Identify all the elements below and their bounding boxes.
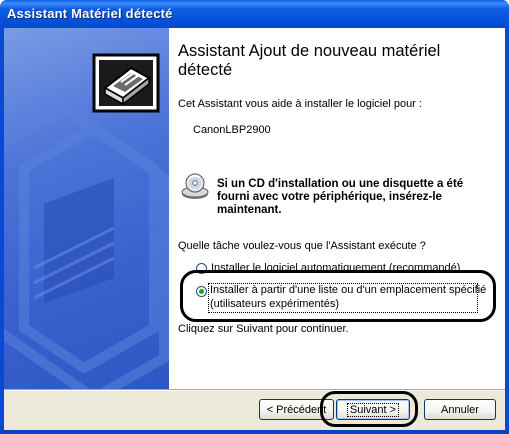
wizard-heading: Assistant Ajout de nouveau matériel déte… [178, 42, 441, 79]
back-button-label: < Précédent [266, 403, 327, 416]
next-highlight-annotation [320, 391, 418, 427]
cancel-button-label: Annuler [441, 403, 479, 416]
cancel-button[interactable]: Annuler [424, 399, 496, 420]
continue-hint: Cliquez sur Suivant pour continuer. [178, 323, 349, 335]
option-auto-label[interactable]: Installer le logiciel automatiquement (r… [211, 262, 460, 270]
option-highlight-annotation [180, 270, 496, 322]
cd-notice-text: Si un CD d'installation ou une disquette… [217, 178, 464, 216]
window-border-right [505, 28, 509, 434]
window-title: Assistant Matériel détecté [7, 6, 173, 21]
cd-disk-icon [180, 172, 210, 202]
button-separator [4, 389, 505, 391]
device-name: CanonLBP2900 [193, 124, 271, 136]
title-bar[interactable]: Assistant Matériel détecté [0, 0, 509, 28]
window-border-bottom [0, 430, 509, 434]
hardware-device-icon [91, 52, 161, 114]
task-question: Quelle tâche voulez-vous que l'Assistant… [178, 240, 426, 252]
intro-text: Cet Assistant vous aide à installer le l… [178, 98, 422, 110]
